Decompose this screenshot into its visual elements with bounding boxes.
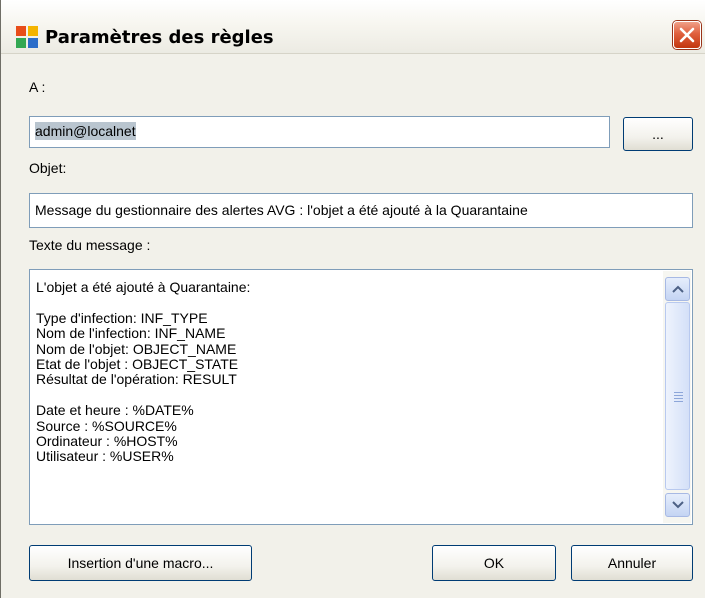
close-button[interactable] [673,21,701,49]
to-input[interactable]: admin@localnet [29,116,610,148]
rule-settings-dialog: Paramètres des règles A : admin@localnet… [0,0,705,598]
scroll-grip-line [674,392,683,393]
message-body: L'objet a été ajouté à Quarantaine: Type… [36,279,251,465]
to-label: A : [29,79,46,95]
subject-label: Objet: [29,160,67,176]
scroll-down-button[interactable] [665,493,690,517]
title-bar[interactable]: Paramètres des règles [1,0,705,54]
close-icon [679,27,695,43]
scroll-up-button[interactable] [665,277,690,301]
to-value: admin@localnet [35,122,136,140]
scroll-grip-line [674,401,683,402]
subject-input[interactable]: Message du gestionnaire des alertes AVG … [29,193,693,228]
scroll-grip-line [674,395,683,396]
cancel-button[interactable]: Annuler [571,545,693,581]
avg-app-icon [16,26,38,48]
scroll-thumb[interactable] [665,302,690,490]
message-label: Texte du message : [29,237,151,253]
chevron-down-icon [672,501,684,509]
window-title: Paramètres des règles [45,27,274,48]
browse-recipients-button[interactable]: ... [623,117,693,151]
message-scrollbar[interactable] [663,271,691,523]
ok-button[interactable]: OK [432,545,556,581]
message-textarea[interactable]: L'objet a été ajouté à Quarantaine: Type… [29,269,693,525]
scroll-grip-line [674,398,683,399]
insert-macro-button[interactable]: Insertion d'une macro... [29,545,252,581]
chevron-up-icon [672,285,684,293]
